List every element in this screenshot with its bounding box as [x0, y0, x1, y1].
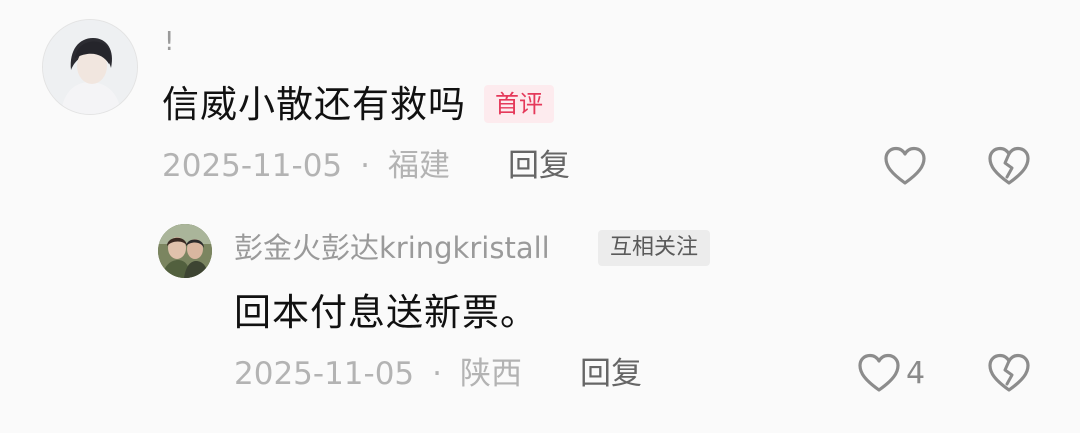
reply-avatar[interactable]: [158, 224, 212, 278]
meta-separator: ·: [432, 356, 443, 392]
reply-dislike-button[interactable]: [986, 352, 1032, 394]
mutual-follow-badge: 互相关注: [598, 230, 711, 266]
like-button[interactable]: [882, 145, 928, 187]
reply-reply-button[interactable]: 回复: [580, 354, 642, 394]
reply-avatar-image: [158, 224, 212, 278]
reply-button[interactable]: 回复: [508, 146, 570, 186]
comment-location: 福建: [388, 148, 451, 184]
first-comment-badge: 首评: [484, 85, 554, 123]
meta-separator: ·: [360, 148, 371, 184]
reply-meta: 2025-11-05 · 陕西: [234, 354, 522, 394]
comment-date: 2025-11-05: [162, 148, 343, 184]
broken-heart-icon: [988, 353, 1030, 392]
dislike-button[interactable]: [986, 145, 1032, 187]
reply-location: 陕西: [460, 356, 523, 392]
broken-heart-icon: [988, 146, 1030, 185]
heart-outline-icon: [858, 353, 900, 392]
comment-username[interactable]: !: [164, 26, 174, 58]
like-count: 4: [906, 356, 926, 391]
comment-text: 信威小散还有救吗: [162, 83, 466, 126]
reply-text: 回本付息送新票。: [234, 291, 538, 334]
heart-outline-icon: [884, 146, 926, 185]
reply-date: 2025-11-05: [234, 356, 415, 392]
comment-meta: 2025-11-05 · 福建: [162, 146, 450, 186]
avatar-image: [43, 20, 137, 114]
avatar[interactable]: [42, 19, 138, 115]
reply-username[interactable]: 彭金火彭达kringkristall: [234, 229, 550, 267]
reply-like-button[interactable]: [856, 352, 902, 394]
